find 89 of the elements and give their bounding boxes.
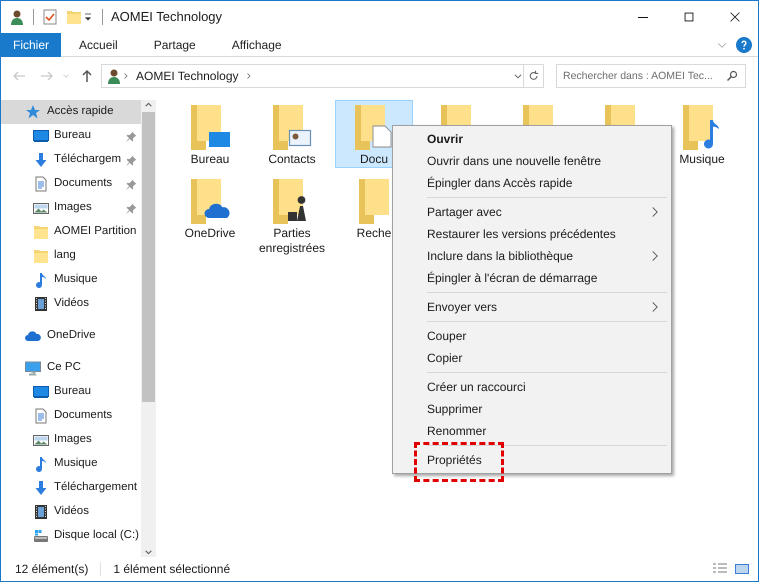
folder-icon: [354, 105, 394, 150]
close-icon: [728, 10, 742, 24]
ribbon-tab[interactable]: Fichier: [1, 32, 62, 56]
folder-icon: [66, 9, 82, 25]
menu-item[interactable]: Supprimer: [393, 398, 671, 420]
chevron-right-icon: [244, 72, 252, 80]
sidebar-item[interactable]: Musique: [1, 268, 141, 292]
search-icon: [726, 70, 738, 82]
menu-item[interactable]: Créer un raccourci: [393, 376, 671, 398]
sidebar-item[interactable]: Bureau: [1, 380, 141, 404]
folder-item[interactable]: Bureau: [171, 100, 249, 168]
folder-label: Docu: [358, 152, 389, 167]
question-mark-icon: [739, 40, 749, 50]
menu-item[interactable]: Renommer: [393, 420, 671, 442]
folder-label: Parties enregistrées: [258, 226, 326, 256]
picture-icon: [33, 432, 49, 448]
star-icon: [25, 104, 41, 120]
folder-label: Reche: [356, 226, 392, 241]
ribbon-tab[interactable]: Affichage: [220, 32, 294, 56]
folder-item[interactable]: Contacts: [253, 100, 331, 168]
chevron-down-icon: [144, 548, 153, 557]
person-icon: [106, 68, 122, 84]
checklist-icon[interactable]: [42, 9, 58, 25]
search-field[interactable]: Rechercher dans : AOMEI Tec...: [556, 64, 746, 88]
film-icon: [33, 504, 49, 520]
address-field[interactable]: AOMEI Technology: [101, 64, 524, 88]
sidebar-item[interactable]: Musique: [1, 452, 141, 476]
status-text: 12 élément(s): [15, 561, 88, 578]
folder-label: Musique: [678, 152, 726, 167]
sidebar-item[interactable]: Accès rapide: [1, 100, 141, 124]
monitor-icon: [33, 384, 49, 400]
refresh-icon: [528, 70, 540, 82]
music-note-icon: [33, 456, 49, 472]
chevron-up-icon: [144, 100, 153, 109]
status-text: 1 élément sélectionné: [113, 561, 230, 578]
folder-item[interactable]: Parties enregistrées: [253, 174, 331, 257]
menu-item[interactable]: Épingler à l'écran de démarrage: [393, 267, 671, 289]
folder-icon: [190, 179, 230, 224]
sidebar-item[interactable]: Documents: [1, 172, 141, 196]
download-arrow-icon: [33, 480, 49, 496]
folder-icon: [190, 105, 230, 150]
sidebar-item[interactable]: Images: [1, 428, 141, 452]
sidebar-item[interactable]: Images: [1, 196, 141, 220]
sidebar-item[interactable]: AOMEI Partition: [1, 220, 141, 244]
download-arrow-icon: [33, 152, 49, 168]
help-button[interactable]: [736, 36, 752, 52]
sidebar-item[interactable]: Téléchargement: [1, 476, 141, 500]
folder-label: Bureau: [190, 152, 230, 167]
folder-label: Contacts: [267, 152, 317, 167]
window-title: AOMEI Technology: [111, 8, 222, 26]
monitor-icon: [33, 128, 49, 144]
refresh-button[interactable]: [524, 64, 544, 88]
person-icon: [9, 9, 25, 25]
sidebar-item[interactable]: Vidéos: [1, 292, 141, 316]
folder-icon: [272, 105, 312, 150]
folder-label: OneDrive: [184, 226, 236, 241]
folder-icon: [359, 179, 389, 224]
menu-item[interactable]: Copier: [393, 347, 671, 369]
sidebar-item[interactable]: Documents: [1, 404, 141, 428]
menu-item[interactable]: Envoyer vers: [393, 296, 671, 318]
sidebar-item[interactable]: OneDrive: [1, 324, 141, 348]
menu-item[interactable]: Propriétés: [393, 449, 671, 471]
folder-icon: [33, 248, 49, 264]
computer-icon: [25, 360, 41, 376]
scrollbar[interactable]: [141, 100, 156, 557]
sidebar-item[interactable]: Bureau: [1, 124, 141, 148]
music-note-icon: [33, 272, 49, 288]
document-icon: [33, 176, 49, 192]
hard-drive-icon: [33, 528, 49, 544]
chevron-right-icon: [122, 72, 130, 80]
ribbon-tab[interactable]: Accueil: [67, 32, 130, 56]
large-icons-view-icon[interactable]: [734, 561, 750, 577]
breadcrumb-item[interactable]: AOMEI Technology: [136, 67, 238, 85]
folder-item[interactable]: OneDrive: [171, 174, 249, 257]
sidebar-item[interactable]: lang: [1, 244, 141, 268]
film-icon: [33, 296, 49, 312]
minimize-icon: [638, 16, 648, 18]
folder-icon: [33, 224, 49, 240]
maximize-icon: [682, 10, 696, 24]
picture-icon: [33, 200, 49, 216]
folder-icon: [682, 105, 722, 150]
sidebar-item[interactable]: Ce PC: [1, 356, 141, 380]
dropdown-arrow-icon[interactable]: [82, 11, 94, 23]
document-icon: [33, 408, 49, 424]
ribbon-tab[interactable]: Partage: [142, 32, 208, 56]
sidebar-item[interactable]: Disque local (C:): [1, 524, 141, 548]
menu-item[interactable]: Couper: [393, 325, 671, 347]
sidebar-item[interactable]: Vidéos: [1, 500, 141, 524]
sidebar-item[interactable]: Téléchargem: [1, 148, 141, 172]
